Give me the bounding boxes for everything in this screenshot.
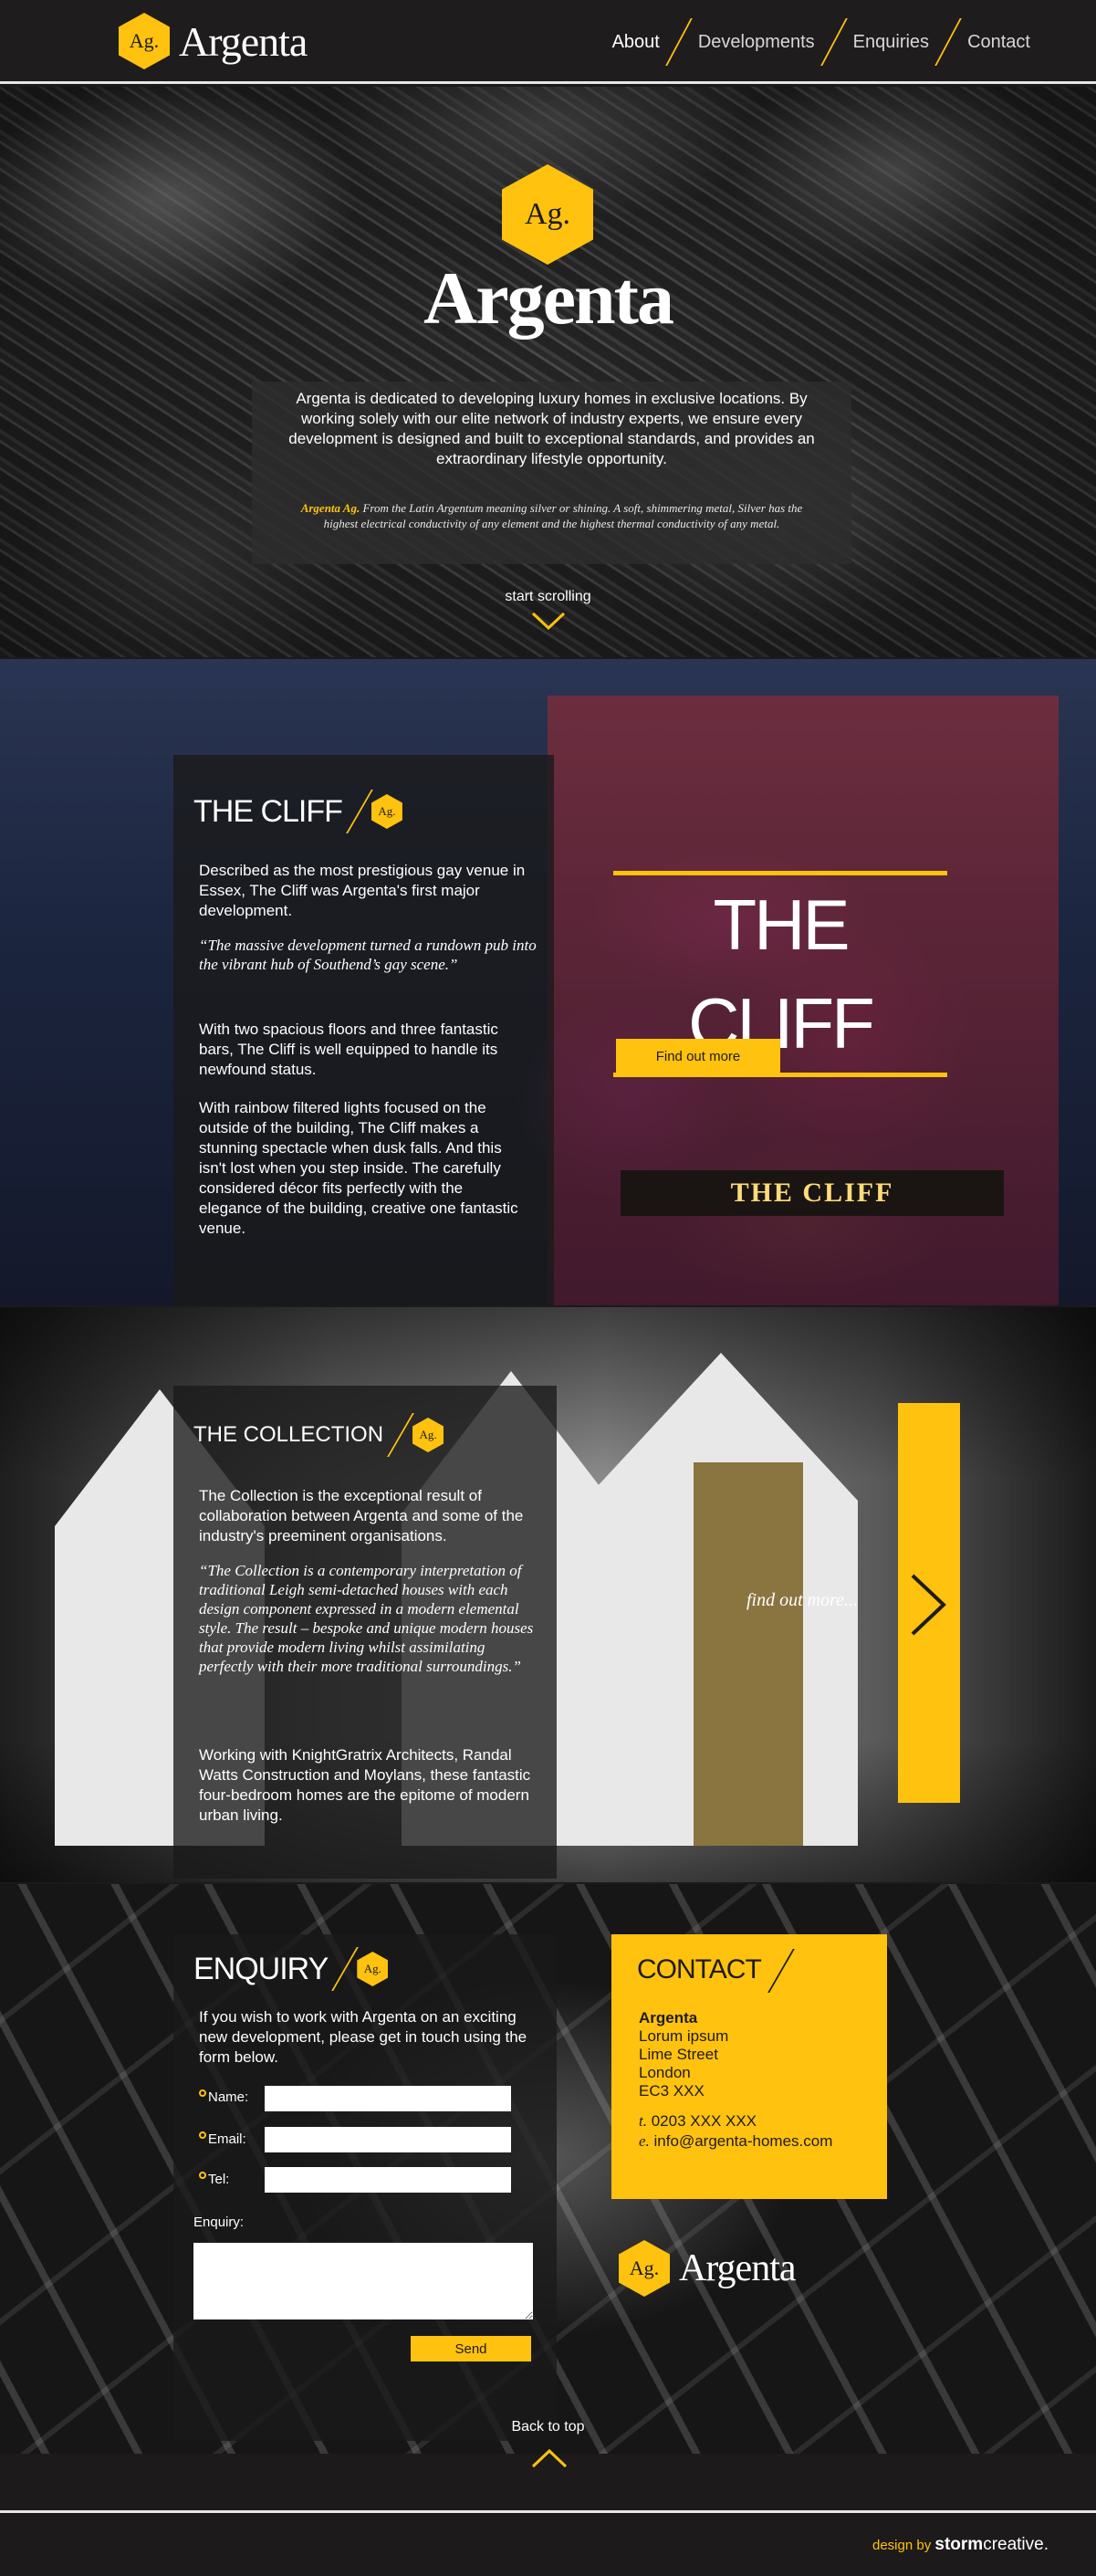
collection-info-panel: THE COLLECTION Ag. The Collection is the… xyxy=(173,1386,557,1879)
hero-section: Ag. Argenta Argenta is dedicated to deve… xyxy=(0,87,1096,657)
address-line: Lime Street xyxy=(639,2046,718,2063)
ag-hexagon-icon: Ag. xyxy=(357,1952,389,1986)
brand-name: Argenta xyxy=(679,2247,797,2289)
nav-item-developments[interactable]: Developments xyxy=(680,32,833,53)
hero-logo-mark: Ag. xyxy=(524,197,571,231)
email-prefix: e. xyxy=(639,2132,650,2150)
cliff-heading: THE CLIFF Ag. xyxy=(193,790,402,833)
chevron-up-icon[interactable] xyxy=(531,2448,568,2468)
credit-prefix: design by xyxy=(872,2538,935,2553)
ag-hexagon-icon: Ag. xyxy=(412,1418,444,1452)
tel-field[interactable] xyxy=(265,2167,511,2193)
hero-title: Argenta xyxy=(423,257,674,340)
tel-row: Tel: xyxy=(199,2171,274,2187)
cliff-quote: “The massive development turned a rundow… xyxy=(199,937,537,973)
email-field[interactable] xyxy=(265,2127,511,2152)
collection-paragraph-2: Working with KnightGratrix Architects, R… xyxy=(199,1746,531,1824)
contact-title: CONTACT xyxy=(637,1954,762,1984)
enquiry-heading: ENQUIRY Ag. xyxy=(193,1947,389,1991)
find-out-more-button[interactable]: Find out more xyxy=(616,1039,780,1073)
name-field[interactable] xyxy=(265,2086,511,2111)
collection-section: THE COLLECTION Ag. The Collection is the… xyxy=(0,1307,1096,1882)
chevron-down-icon[interactable] xyxy=(531,611,566,631)
chevron-right-icon[interactable] xyxy=(909,1572,949,1638)
credit-brand-bold: storm xyxy=(934,2535,984,2554)
start-scrolling-label[interactable]: start scrolling xyxy=(0,589,1096,605)
heading-divider xyxy=(331,1947,360,1991)
heading-divider xyxy=(346,790,373,833)
definition-text: From the Latin Argentum meaning silver o… xyxy=(323,501,803,530)
send-button[interactable]: Send xyxy=(411,2336,531,2361)
nav-item-contact[interactable]: Contact xyxy=(949,32,1049,53)
email-row: Email: xyxy=(199,2131,274,2147)
heading-divider xyxy=(387,1413,414,1457)
ag-hexagon-icon: Ag. xyxy=(619,2240,670,2297)
hero-definition: Argenta Ag. From the Latin Argentum mean… xyxy=(288,500,815,531)
cliff-title: THE CLIFF xyxy=(193,793,343,829)
enquiry-section: ENQUIRY Ag. If you wish to work with Arg… xyxy=(0,1884,1096,2454)
phone-prefix: t. xyxy=(639,2112,647,2130)
heading-divider xyxy=(767,1949,795,1993)
footer-brand-logo: Ag. Argenta xyxy=(619,2240,797,2297)
collection-paragraph-1: The Collection is the exceptional result… xyxy=(199,1487,524,1545)
required-dot-icon xyxy=(199,2089,206,2097)
top-nav: Ag. Argenta About Developments Enquiries… xyxy=(0,0,1096,84)
contact-email[interactable]: info@argenta-homes.com xyxy=(654,2132,833,2150)
footer: design by stormcreative. xyxy=(0,2513,1096,2576)
address-line: London xyxy=(639,2064,691,2081)
address-line: EC3 XXX xyxy=(639,2082,705,2100)
contact-company: Argenta xyxy=(639,2009,698,2026)
hero-intro-text: Argenta is dedicated to developing luxur… xyxy=(288,390,815,467)
nav-item-enquiries[interactable]: Enquiries xyxy=(835,32,947,53)
name-row: Name: xyxy=(199,2089,274,2105)
nav-menu: About Developments Enquiries Contact xyxy=(594,0,1049,84)
contact-details: t. 0203 XXX XXX e. info@argenta-homes.co… xyxy=(639,2111,832,2152)
collection-quote: “The Collection is a contemporary interp… xyxy=(199,1562,534,1675)
required-dot-icon xyxy=(199,2171,206,2179)
cliff-paragraph-3: With rainbow filtered lights focused on … xyxy=(199,1099,518,1237)
address-line: Lorum ipsum xyxy=(639,2027,729,2045)
brand-logo[interactable]: Ag. Argenta xyxy=(119,13,308,69)
cliff-info-panel: THE CLIFF Ag. Described as the most pres… xyxy=(173,755,554,1305)
definition-term: Argenta Ag. xyxy=(300,501,360,515)
cliff-paragraph-1: Described as the most prestigious gay ve… xyxy=(199,862,526,919)
cliff-section: THE CLIFF THE CLIFF Ag. Described as the… xyxy=(0,659,1096,1305)
cliff-paragraph-2: With two spacious floors and three fanta… xyxy=(199,1021,498,1078)
cliff-venue-sign: THE CLIFF xyxy=(621,1170,1004,1216)
enquiry-label: Enquiry: xyxy=(193,2215,245,2230)
hero-intro-box: Argenta is dedicated to developing luxur… xyxy=(252,382,851,564)
ag-hexagon-icon: Ag. xyxy=(371,794,402,829)
credit-brand-rest: creative. xyxy=(983,2535,1049,2554)
contact-phone[interactable]: 0203 XXX XXX xyxy=(652,2112,757,2130)
design-credit[interactable]: design by stormcreative. xyxy=(872,2535,1049,2555)
ag-hexagon-icon: Ag. xyxy=(119,13,170,69)
brand-name: Argenta xyxy=(179,17,308,65)
find-out-more-link[interactable]: find out more... xyxy=(746,1590,858,1611)
logo-mark: Ag. xyxy=(129,29,160,52)
back-to-top-link[interactable]: Back to top xyxy=(0,2419,1096,2435)
collection-heading: THE COLLECTION Ag. xyxy=(193,1413,444,1457)
nav-item-about[interactable]: About xyxy=(594,32,678,53)
enquiry-intro: If you wish to work with Argenta on an e… xyxy=(199,2008,527,2066)
enquiry-textarea[interactable] xyxy=(193,2243,533,2319)
enquiry-form-panel: ENQUIRY Ag. If you wish to work with Arg… xyxy=(173,1934,557,2441)
contact-address: Argenta Lorum ipsum Lime Street London E… xyxy=(639,2009,728,2100)
enquiry-title: ENQUIRY xyxy=(193,1951,329,1986)
contact-card: CONTACT Argenta Lorum ipsum Lime Street … xyxy=(611,1934,887,2199)
collection-title: THE COLLECTION xyxy=(193,1422,384,1447)
collection-brick-facade xyxy=(694,1462,803,1846)
required-dot-icon xyxy=(199,2131,206,2139)
